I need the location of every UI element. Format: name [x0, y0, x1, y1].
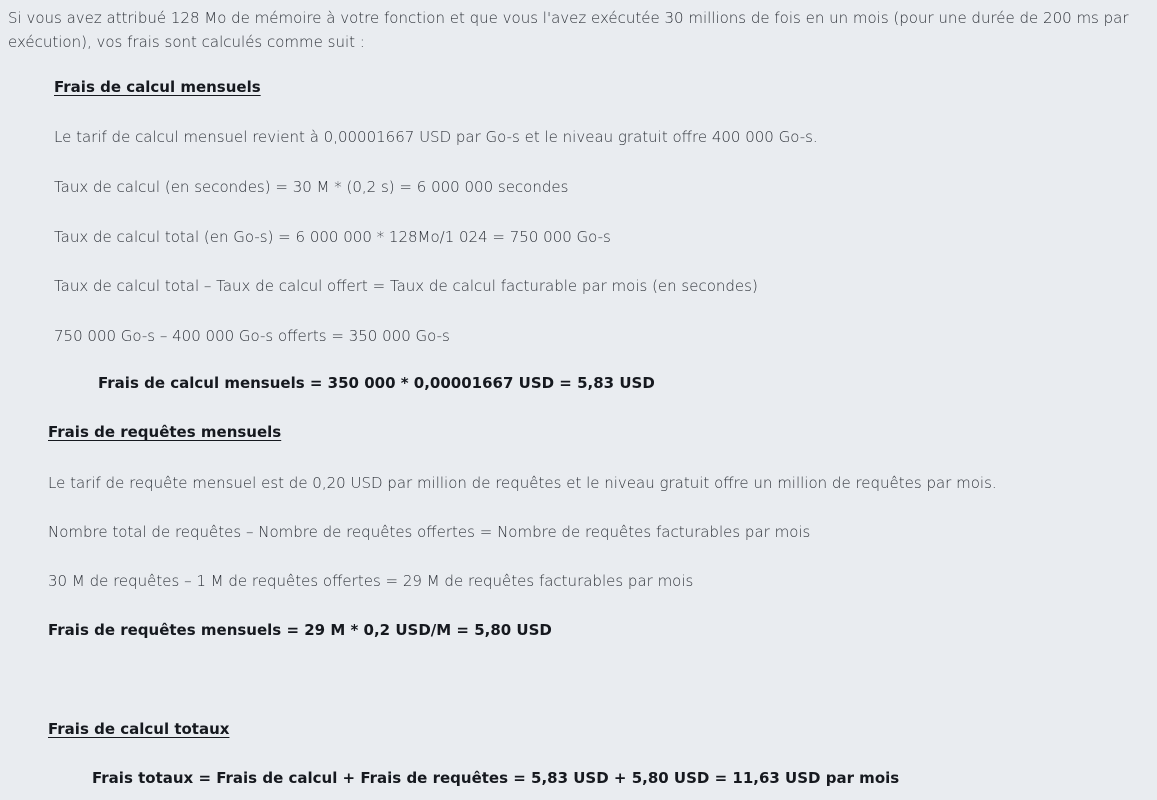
requests-result: Frais de requêtes mensuels = 29 M * 0,2 … [48, 621, 552, 639]
total-result: Frais totaux = Frais de calcul + Frais d… [92, 769, 900, 787]
compute-total-gbs-text: Taux de calcul total (en Go-s) = 6 000 0… [54, 228, 611, 246]
compute-seconds-text: Taux de calcul (en secondes) = 30 M * (0… [54, 178, 569, 196]
compute-result: Frais de calcul mensuels = 350 000 * 0,0… [98, 374, 655, 392]
requests-formula-text: Nombre total de requêtes – Nombre de req… [48, 523, 811, 541]
compute-billable-text: 750 000 Go-s – 400 000 Go-s offerts = 35… [54, 327, 450, 345]
requests-heading: Frais de requêtes mensuels [48, 423, 282, 441]
compute-heading: Frais de calcul mensuels [54, 78, 261, 96]
requests-billable-text: 30 M de requêtes – 1 M de requêtes offer… [48, 572, 694, 590]
requests-rate-text: Le tarif de requête mensuel est de 0,20 … [48, 474, 997, 492]
compute-rate-text: Le tarif de calcul mensuel revient à 0,0… [54, 128, 818, 146]
total-heading: Frais de calcul totaux [48, 720, 230, 738]
intro-paragraph: Si vous avez attribué 128 Mo de mémoire … [8, 9, 1129, 51]
pricing-example-document: Si vous avez attribué 128 Mo de mémoire … [0, 0, 1157, 800]
compute-formula-text: Taux de calcul total – Taux de calcul of… [54, 277, 758, 295]
